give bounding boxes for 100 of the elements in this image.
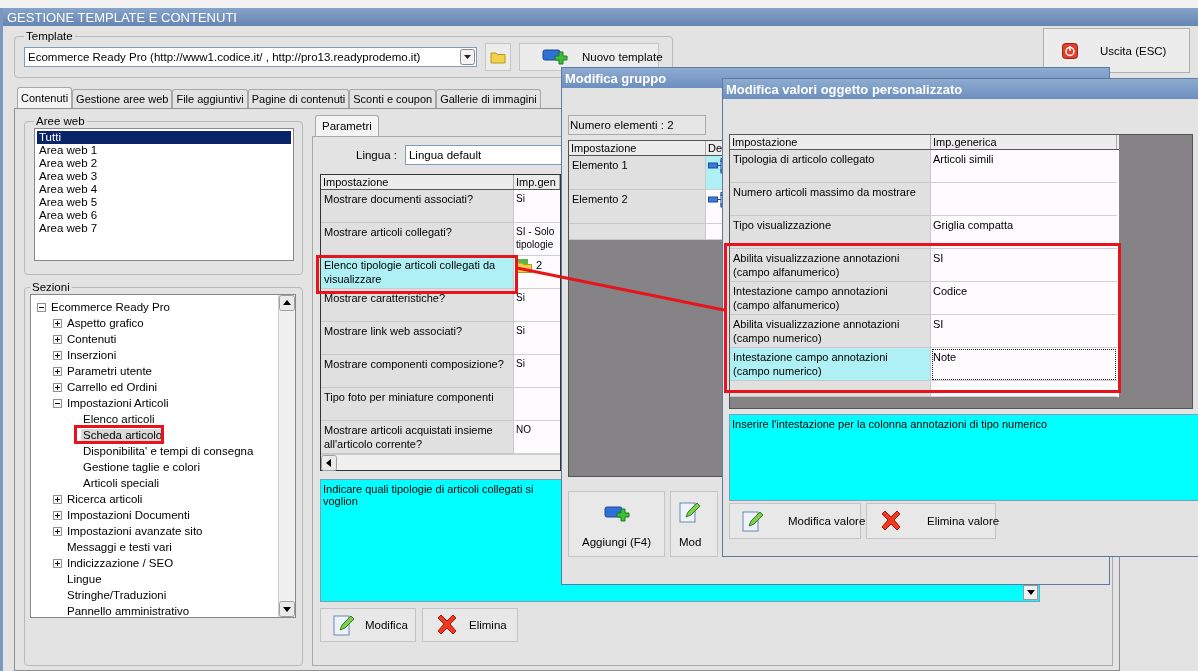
plus-icon[interactable] xyxy=(53,510,62,520)
plus-icon[interactable] xyxy=(53,382,62,392)
table-cell: SI xyxy=(931,315,1117,348)
table-cell: Elemento 1 xyxy=(569,156,706,190)
table-cell: SI - Solo tipologie xyxy=(514,223,560,256)
group-label: Aree web xyxy=(35,115,86,127)
count-text: 2 xyxy=(536,258,543,272)
plus-icon[interactable] xyxy=(53,318,62,328)
table-cell: Tipo foto per miniature componenti xyxy=(321,388,514,421)
tab[interactable]: Sconti e coupon xyxy=(349,89,437,108)
tab[interactable]: Gestione aree web xyxy=(72,89,173,108)
list-item[interactable]: Area web 5 xyxy=(37,196,291,209)
folder-icon xyxy=(490,50,506,64)
table-cell: Tipo visualizzazione xyxy=(730,216,931,249)
group-label: Template xyxy=(25,30,74,42)
table-cell: Abilita visualizzazione annotazioni (campo numerico) xyxy=(730,315,931,348)
template-dropdown[interactable]: Ecommerce Ready Pro (http://www1.codice.it/ , http://pro13.readyprodemo.it) xyxy=(24,47,477,67)
plus-icon[interactable] xyxy=(53,334,62,344)
table-cell: Intestazione campo annotazioni (campo numerico) xyxy=(730,348,931,381)
list-item[interactable]: Tutti xyxy=(37,131,291,144)
tab[interactable]: File aggiuntivi xyxy=(172,89,248,108)
horizontal-scrollbar[interactable] xyxy=(321,454,560,470)
plus-icon[interactable] xyxy=(53,558,62,568)
tab[interactable]: Gallerie di immagini xyxy=(436,89,541,108)
table-cell: Si xyxy=(514,355,560,388)
table-cell: Mostrare documenti associati? xyxy=(321,190,514,223)
column-header: Impostazione xyxy=(569,141,706,155)
minus-icon[interactable] xyxy=(53,398,62,408)
tree-item[interactable]: Articoli speciali xyxy=(81,476,162,490)
language-dropdown[interactable]: Lingua default xyxy=(404,145,563,165)
edit-button[interactable]: Mod xyxy=(670,491,718,557)
add-icon xyxy=(542,47,568,67)
window-title: GESTIONE TEMPLATE E CONTENUTI xyxy=(3,8,1198,26)
plus-icon[interactable] xyxy=(53,366,62,376)
edit-icon xyxy=(333,613,355,637)
table-cell: Intestazione campo annotazioni (campo alfanumerico) xyxy=(730,282,931,315)
list-item[interactable]: Area web 2 xyxy=(37,157,291,170)
tree-item[interactable]: Pannello amministrativo xyxy=(65,604,192,617)
table-cell: Numero articoli massimo da mostrare xyxy=(730,183,931,216)
plus-icon[interactable] xyxy=(53,494,62,504)
table-cell: Griglia compatta xyxy=(931,216,1117,249)
dropdown-button[interactable] xyxy=(1023,585,1038,600)
list-item[interactable]: Area web 1 xyxy=(37,144,291,157)
table-cell: Mostrare articoli acquistati insieme all'articolo corrente? xyxy=(321,421,514,454)
table-cell: Mostrare articoli collegati? xyxy=(321,223,514,256)
plus-icon[interactable] xyxy=(53,526,62,536)
vertical-scrollbar[interactable] xyxy=(278,295,295,617)
tree-item[interactable]: Indicizzazione / SEO xyxy=(65,556,176,570)
column-header: Impostazione xyxy=(321,175,514,189)
tree-item[interactable]: Gestione taglie e colori xyxy=(81,460,202,474)
exit-button[interactable]: Uscita (ESC) xyxy=(1043,28,1190,73)
table-cell: Si xyxy=(514,322,560,355)
tree-item[interactable]: Inserzioni xyxy=(65,348,119,362)
action-button[interactable]: Modifica xyxy=(320,608,416,642)
list-item[interactable]: Area web 4 xyxy=(37,183,291,196)
table-cell: SI xyxy=(931,249,1117,282)
tree-item[interactable]: Ecommerce Ready Pro xyxy=(49,300,172,314)
list-item[interactable]: Area web 7 xyxy=(37,222,291,235)
plus-icon[interactable] xyxy=(53,350,62,360)
delete-icon xyxy=(435,613,459,637)
tree-item[interactable]: Lingue xyxy=(65,572,104,586)
caret-icon xyxy=(1026,590,1035,595)
tree-item[interactable]: Messaggi e testi vari xyxy=(65,540,174,554)
table-cell: NO xyxy=(514,421,560,454)
tree-item[interactable]: Carrello ed Ordini xyxy=(65,380,160,394)
minus-icon[interactable] xyxy=(37,302,46,312)
power-icon xyxy=(1062,42,1078,59)
tab[interactable]: Parametri xyxy=(315,115,379,136)
add-button[interactable]: Aggiungi (F4) xyxy=(568,491,665,557)
folder-icon xyxy=(516,258,532,273)
delete-icon xyxy=(879,509,903,533)
table-cell: Abilita visualizzazione annotazioni (campo alfanumerico) xyxy=(730,249,931,282)
tree-item[interactable]: Parametri utente xyxy=(65,364,154,378)
table-cell: Codice xyxy=(931,282,1117,315)
tree-item[interactable]: Elenco articoli xyxy=(81,412,157,426)
tree-item[interactable]: Impostazioni avanzate sito xyxy=(65,524,205,538)
table-cell: Elemento 2 xyxy=(569,190,706,224)
list-item[interactable]: Area web 3 xyxy=(37,170,291,183)
description-text: Inserire l'intestazione per la colonna annotazioni di tipo numerico xyxy=(732,418,1049,430)
count-field: Numero elementi : 2 xyxy=(568,115,706,135)
add-icon xyxy=(603,504,630,524)
tab[interactable]: Contenuti xyxy=(17,87,73,108)
tree-item[interactable]: Impostazioni Documenti xyxy=(65,508,192,522)
tree-item[interactable]: Stringhe/Traduzioni xyxy=(65,588,169,602)
tree-item[interactable]: Ricerca articoli xyxy=(65,492,145,506)
table-cell: Note xyxy=(931,348,1117,381)
action-button[interactable]: Elimina xyxy=(422,608,518,642)
tree-item[interactable]: Contenuti xyxy=(65,332,119,346)
table-cell: Articoli simili xyxy=(931,150,1117,183)
group-label: Sezioni xyxy=(31,281,71,293)
table-cell: Mostrare componenti composizione? xyxy=(321,355,514,388)
tree-item[interactable]: Disponibilita' e tempi di consegna xyxy=(81,444,256,458)
language-label: Lingua : xyxy=(356,149,397,161)
tab[interactable]: Pagine di contenuti xyxy=(247,89,350,108)
table-cell: Mostrare link web associati? xyxy=(321,322,514,355)
tree-item[interactable]: Impostazioni Articoli xyxy=(65,396,171,410)
tree-item[interactable]: Aspetto grafico xyxy=(65,316,146,330)
table-cell: Si xyxy=(514,190,560,223)
list-item[interactable]: Area web 6 xyxy=(37,209,291,222)
description-text: Indicare quali tipologie di articoli collegati si voglion xyxy=(323,483,535,507)
